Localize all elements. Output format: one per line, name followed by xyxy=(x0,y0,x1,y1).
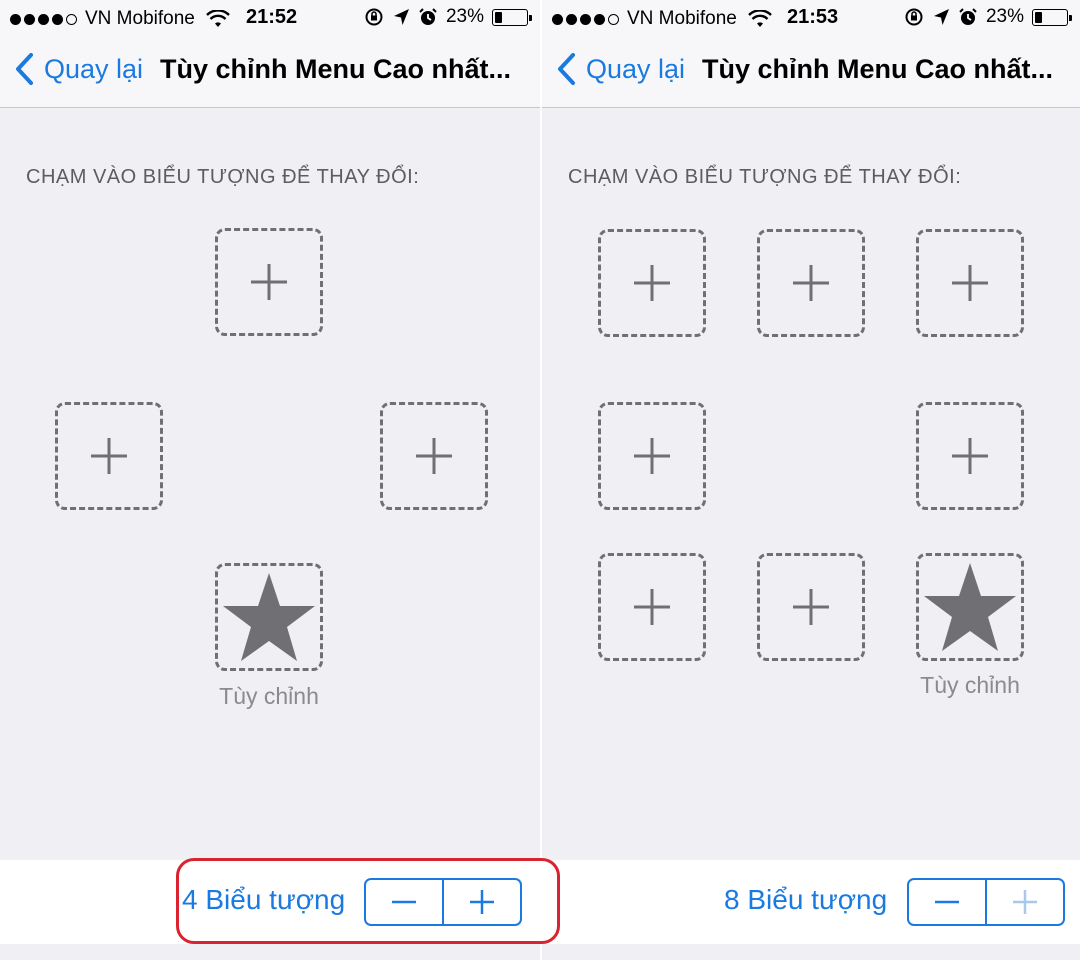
plus-icon xyxy=(251,264,287,300)
carrier-name: VN Mobifone xyxy=(85,8,195,29)
icon-slot[interactable] xyxy=(598,402,706,510)
plus-icon xyxy=(634,589,670,625)
plus-icon xyxy=(416,438,452,474)
back-label: Quay lại xyxy=(586,53,686,84)
alarm-icon xyxy=(419,8,437,25)
page-title: Tùy chỉnh Menu Cao nhất... xyxy=(702,54,1053,84)
icon-slot[interactable] xyxy=(757,553,865,661)
location-arrow-icon xyxy=(933,9,949,25)
back-label: Quay lại xyxy=(44,53,144,84)
slot-label: Tùy chỉnh xyxy=(920,672,1020,698)
icon-slot[interactable] xyxy=(380,402,488,510)
status-time: 21:52 xyxy=(246,6,298,28)
decrement-button[interactable] xyxy=(909,880,985,924)
status-time: 21:53 xyxy=(787,6,839,28)
plus-icon xyxy=(634,438,670,474)
icon-slot[interactable] xyxy=(916,402,1024,510)
rotation-lock-icon xyxy=(905,8,923,26)
battery-icon xyxy=(1032,8,1072,26)
icon-slot[interactable] xyxy=(757,229,865,337)
icon-count-label: 8 Biểu tượng xyxy=(724,884,888,915)
increment-button-disabled[interactable] xyxy=(985,880,1063,924)
wifi-icon xyxy=(205,10,230,27)
carrier-name: VN Mobifone xyxy=(627,8,737,29)
battery-percent: 23% xyxy=(985,6,1024,27)
section-header: CHẠM VÀO BIỂU TƯỢNG ĐỂ THAY ĐỔI: xyxy=(26,166,420,188)
icon-slot[interactable] xyxy=(215,228,323,336)
icon-slot[interactable] xyxy=(916,229,1024,337)
rotation-lock-icon xyxy=(365,8,383,26)
star-icon xyxy=(924,563,1016,651)
battery-icon xyxy=(492,8,532,26)
plus-icon xyxy=(793,265,829,301)
star-icon xyxy=(223,573,315,661)
navigation-bar: Quay lại Tùy chỉnh Menu Cao nhất... xyxy=(542,36,1080,108)
battery-percent: 23% xyxy=(445,6,484,27)
icon-slot[interactable] xyxy=(598,229,706,337)
minus-icon xyxy=(935,900,959,904)
icon-slot-custom[interactable] xyxy=(916,553,1024,661)
signal-strength-icon: VN Mobifone xyxy=(10,8,230,30)
plus-icon xyxy=(1013,890,1037,914)
chevron-left-icon xyxy=(558,53,575,85)
chevron-left-icon xyxy=(16,53,33,85)
plus-icon xyxy=(91,438,127,474)
back-button[interactable]: Quay lại xyxy=(14,52,143,86)
icon-slot[interactable] xyxy=(598,553,706,661)
plus-icon xyxy=(634,265,670,301)
plus-icon xyxy=(793,589,829,625)
slot-label: Tùy chỉnh xyxy=(219,683,319,709)
bottom-bar: 8 Biểu tượng xyxy=(542,860,1080,944)
section-header: CHẠM VÀO BIỂU TƯỢNG ĐỂ THAY ĐỔI: xyxy=(568,166,962,188)
icon-slot[interactable] xyxy=(55,402,163,510)
highlight-annotation xyxy=(176,858,560,944)
right-screen: VN Mobifone 21:53 23% Quay lại Tùy chỉnh… xyxy=(542,0,1080,960)
navigation-bar: Quay lại Tùy chỉnh Menu Cao nhất... xyxy=(0,36,540,108)
left-screen: VN Mobifone 21:52 23% Quay lại Tùy chỉnh… xyxy=(0,0,540,960)
plus-icon xyxy=(952,265,988,301)
location-arrow-icon xyxy=(393,9,409,25)
status-bar: VN Mobifone 21:53 23% xyxy=(542,0,1080,36)
alarm-icon xyxy=(959,8,977,25)
plus-icon xyxy=(952,438,988,474)
wifi-icon xyxy=(747,10,772,27)
back-button[interactable]: Quay lại xyxy=(556,52,685,86)
status-bar: VN Mobifone 21:52 23% xyxy=(0,0,540,36)
page-title: Tùy chỉnh Menu Cao nhất... xyxy=(160,54,511,84)
icon-count-stepper xyxy=(907,878,1065,926)
icon-slot-custom[interactable] xyxy=(215,563,323,671)
signal-strength-icon: VN Mobifone xyxy=(552,8,772,30)
